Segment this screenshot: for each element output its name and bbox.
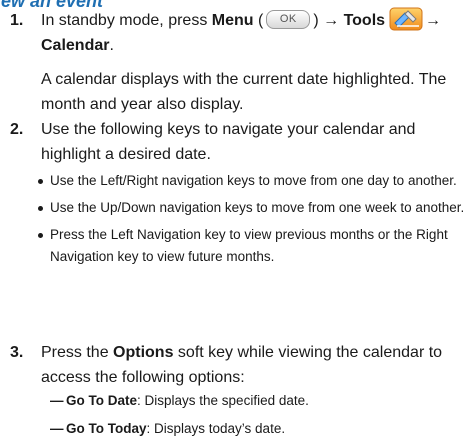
instruction-text: Press the — [41, 344, 114, 361]
step-number: 3. — [10, 344, 24, 361]
list-item: — Go To Today: Displays today’s date. — [50, 418, 472, 440]
tools-label: Tools — [343, 12, 386, 29]
option-description: : Displays the specified date. — [137, 393, 309, 408]
arrow-icon: → — [425, 12, 442, 29]
ok-key-icon: OK — [266, 9, 311, 29]
arrow-icon: → — [323, 12, 340, 29]
paren-close: ) — [313, 12, 324, 29]
step-instruction: In standby mode, press Menu (OK) → Tools… — [41, 7, 472, 58]
list-item: Use the Up/Down navigation keys to move … — [36, 197, 472, 219]
menu-label: Menu — [211, 12, 254, 29]
list-item: Use the Left/Right navigation keys to mo… — [36, 170, 472, 192]
step-number: 2. — [10, 121, 24, 138]
paren-open: ( — [253, 12, 264, 29]
instruction-text: In standby mode, press — [41, 12, 212, 29]
dash-icon: — — [50, 393, 64, 408]
calendar-label: Calendar — [41, 37, 110, 54]
step-2: 2. Use the following keys to navigate yo… — [5, 117, 472, 177]
options-label: Options — [113, 344, 174, 361]
step-instruction: Press the Options soft key while viewing… — [41, 340, 472, 390]
step-number: 1. — [10, 12, 24, 29]
step-1: 1. In standby mode, press Menu (OK) → To… — [5, 7, 472, 113]
list-item: — Go To Date: Displays the specified date… — [50, 390, 472, 412]
option-name: Go To Date — [66, 393, 138, 408]
option-description: : Displays today’s date. — [146, 421, 286, 436]
calendar-options-list: — Go To Date: Displays the specified date… — [50, 390, 472, 446]
tools-icon — [389, 7, 423, 31]
step-instruction: Use the following keys to navigate your … — [41, 121, 416, 163]
period: . — [109, 37, 114, 54]
dash-icon: — — [50, 421, 64, 436]
step-result-text: A calendar displays with the current dat… — [41, 71, 447, 113]
navigation-tips-list: Use the Left/Right navigation keys to mo… — [36, 170, 472, 273]
list-item: Press the Left Navigation key to view pr… — [36, 224, 472, 268]
step-body: In standby mode, press Menu (OK) → Tools… — [41, 7, 472, 117]
option-name: Go To Today — [66, 421, 147, 436]
